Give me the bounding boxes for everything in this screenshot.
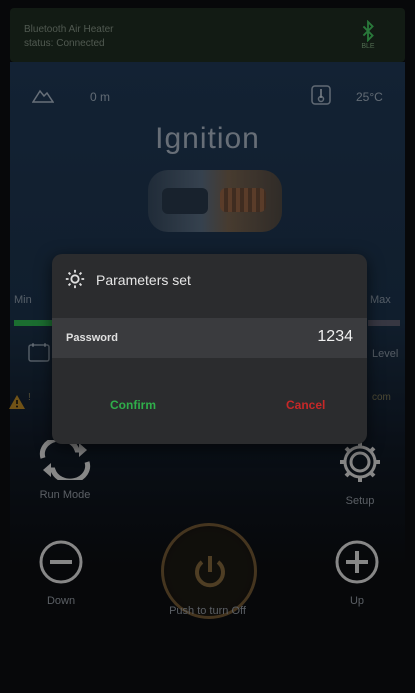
dialog-title: Parameters set <box>96 272 191 288</box>
password-label: Password <box>66 332 118 344</box>
password-field[interactable]: Password 1234 <box>52 318 367 358</box>
parameters-dialog: Parameters set Password 1234 Confirm Can… <box>52 254 367 444</box>
password-value[interactable]: 1234 <box>317 328 353 346</box>
app-screen: Bluetooth Air Heater status: Connected B… <box>0 0 415 693</box>
settings-icon <box>65 269 85 289</box>
confirm-button[interactable]: Confirm <box>110 398 156 412</box>
cancel-button[interactable]: Cancel <box>286 398 325 412</box>
